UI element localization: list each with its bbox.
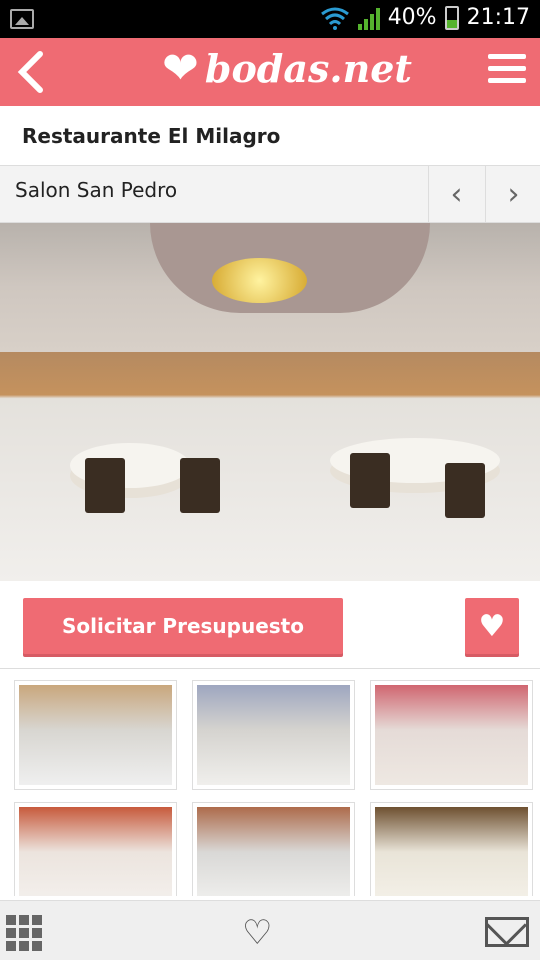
gallery-thumb[interactable] [192,680,355,790]
signal-icon [357,6,380,30]
photo-chair [445,463,485,518]
gallery-thumb[interactable] [14,802,177,896]
heart-logo-icon: ❤ [162,42,199,94]
gallery-thumb[interactable] [370,680,533,790]
chevron-right-icon: › [507,177,520,212]
brand-logo[interactable]: ❤ bodas.net [162,46,412,91]
hall-photo[interactable] [0,223,540,581]
clock: 21:17 [466,5,530,30]
back-icon[interactable] [12,50,52,94]
favorite-button[interactable]: ♥ [465,598,519,654]
venue-title: Restaurante El Milagro [0,106,540,166]
request-quote-button[interactable]: Solicitar Presupuesto [23,598,343,654]
photo-chair [180,458,220,513]
grid-menu-icon[interactable] [6,915,44,951]
gallery-thumb[interactable] [192,802,355,896]
wifi-icon [320,7,349,30]
bottom-bar: ♡ [0,900,540,960]
photo-chandelier [212,258,307,303]
image-notification-icon [10,9,34,29]
photo-gallery [0,669,540,896]
gallery-thumb[interactable] [370,802,533,896]
previous-hall-button[interactable]: ‹ [428,166,484,223]
mail-icon[interactable] [485,917,529,947]
photo-chair [350,453,390,508]
battery-icon [444,5,459,30]
actions-row: Solicitar Presupuesto ♥ [0,581,540,669]
menu-icon[interactable] [488,54,526,86]
heart-add-icon[interactable]: ♡ [242,913,272,953]
top-bar: ❤ bodas.net [0,38,540,106]
battery-percent: 40% [387,5,437,30]
gallery-thumb[interactable] [14,680,177,790]
chevron-left-icon: ‹ [450,177,463,212]
photo-chair [85,458,125,513]
hall-selector: Salon San Pedro ‹ › [0,166,540,223]
next-hall-button[interactable]: › [485,166,540,223]
heart-icon: ♥ [478,608,506,644]
status-right: 40% 21:17 [320,5,530,30]
brand-name: bodas.net [204,46,412,91]
hall-name: Salon San Pedro [15,178,178,202]
status-bar: 40% 21:17 [0,0,540,38]
